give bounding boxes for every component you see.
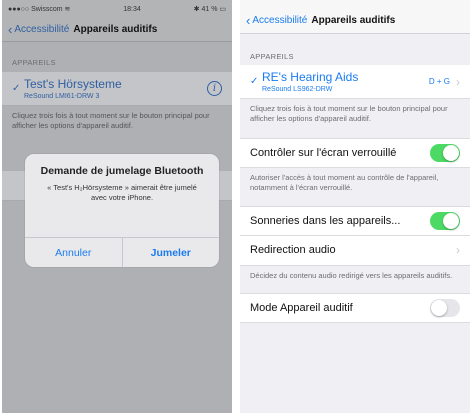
lock-screen-row: Contrôler sur l'écran verrouillé xyxy=(240,138,470,169)
section-header-devices: APPAREILS xyxy=(250,52,294,61)
status-bar xyxy=(240,0,470,8)
battery-indicator: ✱ 41 % ▭ xyxy=(193,6,226,13)
status-bar: ●●●○○ Swisscom ≋ 18:34 ✱ 41 % ▭ xyxy=(2,0,232,18)
checkmark-icon: ✓ xyxy=(250,76,259,87)
hearing-mode-row: Mode Appareil auditif xyxy=(240,292,470,323)
chevron-left-icon: ‹ xyxy=(246,13,251,28)
page-title: Appareils auditifs xyxy=(311,15,396,26)
chevron-left-icon: ‹ xyxy=(8,22,13,37)
right-phone-screen: ‹ Accessibilité Appareils auditifs APPAR… xyxy=(240,0,470,413)
checkmark-icon: ✓ xyxy=(12,83,21,94)
device-row[interactable]: ✓ RE's Hearing Aids ReSound LS962-DRW D … xyxy=(240,65,470,99)
alert-message: « Test's H₂Hörsysteme » aimerait être ju… xyxy=(47,183,197,203)
audio-routing-footer-text: Décidez du contenu audio redirigé vers l… xyxy=(250,270,453,280)
device-side-status: D + G xyxy=(428,77,450,86)
device-row[interactable]: ✓ Test's Hörsysteme ReSound LMI61-DRW 3 … xyxy=(2,72,232,106)
ringtones-toggle[interactable] xyxy=(430,211,460,230)
audio-routing-label: Redirection audio xyxy=(250,244,336,256)
chevron-right-icon: › xyxy=(456,74,460,89)
audio-routing-row[interactable]: Redirection audio › xyxy=(240,235,470,266)
nav-bar: ‹ Accessibilité Appareils auditifs xyxy=(2,18,232,42)
lock-screen-footer-text: Autoriser l'accès à tout moment au contr… xyxy=(250,173,439,193)
hearing-mode-toggle[interactable] xyxy=(430,298,460,317)
back-button[interactable]: ‹ Accessibilité xyxy=(8,23,69,36)
device-model: ReSound LS962-DRW xyxy=(262,86,333,93)
device-footer-text: Cliquez trois fois à tout moment sur le … xyxy=(250,104,448,124)
back-button[interactable]: ‹ Accessibilité xyxy=(246,14,307,27)
page-title: Appareils auditifs xyxy=(73,24,158,35)
ringtones-row: Sonneries dans les appareils... xyxy=(240,205,470,236)
chevron-right-icon: › xyxy=(456,243,460,257)
status-time: 18:34 xyxy=(123,5,141,13)
pair-button[interactable]: Jumeler xyxy=(121,238,220,267)
device-footer-text: Cliquez trois fois à tout moment sur le … xyxy=(12,111,210,131)
device-name: Test's Hörsysteme xyxy=(24,77,122,91)
back-label: Accessibilité xyxy=(14,24,70,35)
carrier-signal: ●●●○○ Swisscom ≋ xyxy=(8,6,71,13)
ringtones-label: Sonneries dans les appareils... xyxy=(250,214,401,227)
section-header-devices: APPAREILS xyxy=(12,58,56,67)
left-phone-screen: ●●●○○ Swisscom ≋ 18:34 ✱ 41 % ▭ ‹ Access… xyxy=(2,0,232,413)
device-name: RE's Hearing Aids xyxy=(262,70,359,84)
cancel-button[interactable]: Annuler xyxy=(25,238,122,267)
info-icon[interactable]: i xyxy=(207,81,222,96)
back-label: Accessibilité xyxy=(252,15,308,26)
bluetooth-pairing-alert: Demande de jumelage Bluetooth « Test's H… xyxy=(25,154,219,267)
lock-screen-toggle[interactable] xyxy=(430,144,460,163)
device-model: ReSound LMI61-DRW 3 xyxy=(24,93,100,100)
lock-screen-label: Contrôler sur l'écran verrouillé xyxy=(250,147,397,160)
alert-title: Demande de jumelage Bluetooth xyxy=(40,165,204,177)
alert-buttons: Annuler Jumeler xyxy=(25,237,219,267)
nav-bar: ‹ Accessibilité Appareils auditifs xyxy=(240,8,470,34)
hearing-mode-label: Mode Appareil auditif xyxy=(250,301,353,314)
